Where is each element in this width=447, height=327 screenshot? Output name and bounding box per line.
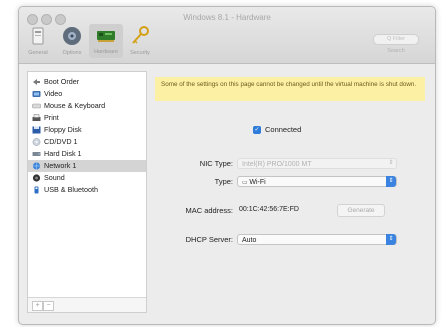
- sound-icon: [32, 174, 41, 182]
- chevron-updown-icon: ⇕: [386, 176, 396, 187]
- toolbar-general-button[interactable]: General: [21, 25, 55, 56]
- sidebar-item-label: Floppy Disk: [44, 125, 82, 134]
- sidebar-item-label: Sound: [44, 173, 65, 182]
- sidebar-item-video[interactable]: Video: [28, 88, 146, 100]
- sidebar-item-label: CD/DVD 1: [44, 137, 78, 146]
- usb-bluetooth-icon: [32, 186, 41, 194]
- floppy-disk-icon: [32, 126, 41, 134]
- mac-address-label: MAC address:: [185, 206, 233, 215]
- network-icon: [32, 162, 41, 170]
- sidebar-item-label: Hard Disk 1: [44, 149, 82, 158]
- toolbar-hardware-label: Hardware: [94, 49, 118, 55]
- printer-icon: [32, 114, 41, 122]
- sidebar-item-print[interactable]: Print: [28, 112, 146, 124]
- hardware-sidebar: Boot Order Video Mouse & Keyboard Print …: [27, 71, 147, 313]
- general-icon: [27, 25, 49, 47]
- sidebar-item-label: Print: [44, 113, 59, 122]
- sidebar-item-floppy-disk[interactable]: Floppy Disk: [28, 124, 146, 136]
- hardware-icon: [95, 24, 117, 46]
- sidebar-item-label: Boot Order: [44, 77, 80, 86]
- security-icon: [129, 25, 151, 47]
- sidebar-item-hard-disk-1[interactable]: Hard Disk 1: [28, 148, 146, 160]
- type-label: Type:: [214, 177, 233, 186]
- add-device-button[interactable]: +: [32, 301, 43, 311]
- cd-dvd-icon: [32, 138, 41, 146]
- sidebar-item-label: Network 1: [44, 161, 77, 170]
- dhcp-server-label: DHCP Server:: [185, 235, 233, 244]
- sidebar-item-label: USB & Bluetooth: [44, 185, 98, 194]
- video-icon: [32, 90, 41, 98]
- sidebar-footer: + −: [28, 297, 146, 312]
- type-value: Wi-Fi: [249, 179, 266, 186]
- toolbar-hardware-button[interactable]: Hardware: [89, 24, 123, 58]
- dhcp-server-select[interactable]: Auto ⇕: [237, 234, 397, 245]
- nic-type-select[interactable]: Intel(R) PRO/1000 MT ⇕: [237, 158, 397, 169]
- window-title: Windows 8.1 - Hardware: [183, 13, 271, 22]
- sidebar-item-mouse-keyboard[interactable]: Mouse & Keyboard: [28, 100, 146, 112]
- sidebar-item-network-1[interactable]: Network 1: [28, 160, 146, 172]
- mouse-keyboard-icon: [32, 102, 41, 110]
- toolbar-security-button[interactable]: Security: [123, 25, 157, 56]
- nic-type-value: Intel(R) PRO/1000 MT: [242, 161, 312, 168]
- sidebar-item-cd-dvd-1[interactable]: CD/DVD 1: [28, 136, 146, 148]
- sidebar-item-label: Mouse & Keyboard: [44, 101, 106, 110]
- toolbar-options-button[interactable]: Options: [55, 25, 89, 56]
- type-select[interactable]: ▭ Wi-Fi ⇕: [237, 176, 397, 187]
- search-input[interactable]: Q Filter: [373, 34, 419, 45]
- search-label: Search: [387, 48, 405, 54]
- chevron-updown-icon: ⇕: [386, 234, 396, 245]
- chevron-updown-icon: ⇕: [388, 160, 394, 166]
- hard-disk-icon: [32, 150, 41, 158]
- sidebar-item-usb-bluetooth[interactable]: USB & Bluetooth: [28, 184, 146, 196]
- dhcp-server-value: Auto: [242, 237, 257, 244]
- warning-banner: Some of the settings on this page cannot…: [155, 77, 425, 101]
- connected-label: Connected: [265, 125, 302, 134]
- mac-address-value[interactable]: 00:1C:42:56:7E:FD: [239, 206, 299, 213]
- toolbar-general-label: General: [28, 50, 48, 56]
- search-area: Q Filter Search: [373, 34, 419, 54]
- sidebar-item-label: Video: [44, 89, 63, 98]
- toolbar-security-label: Security: [130, 50, 150, 56]
- generate-button[interactable]: Generate: [337, 204, 385, 217]
- settings-window: Windows 8.1 - Hardware General Options H…: [18, 6, 436, 325]
- remove-device-button[interactable]: −: [43, 301, 54, 311]
- sidebar-item-sound[interactable]: Sound: [28, 172, 146, 184]
- nic-type-label: NIC Type:: [199, 159, 233, 168]
- boot-order-icon: [32, 78, 41, 86]
- title-bar: Windows 8.1 - Hardware General Options H…: [19, 7, 435, 64]
- sidebar-item-boot-order[interactable]: Boot Order: [28, 76, 146, 88]
- toolbar-options-label: Options: [62, 50, 82, 56]
- options-icon: [61, 25, 83, 47]
- connected-checkbox[interactable]: ✓: [253, 126, 261, 134]
